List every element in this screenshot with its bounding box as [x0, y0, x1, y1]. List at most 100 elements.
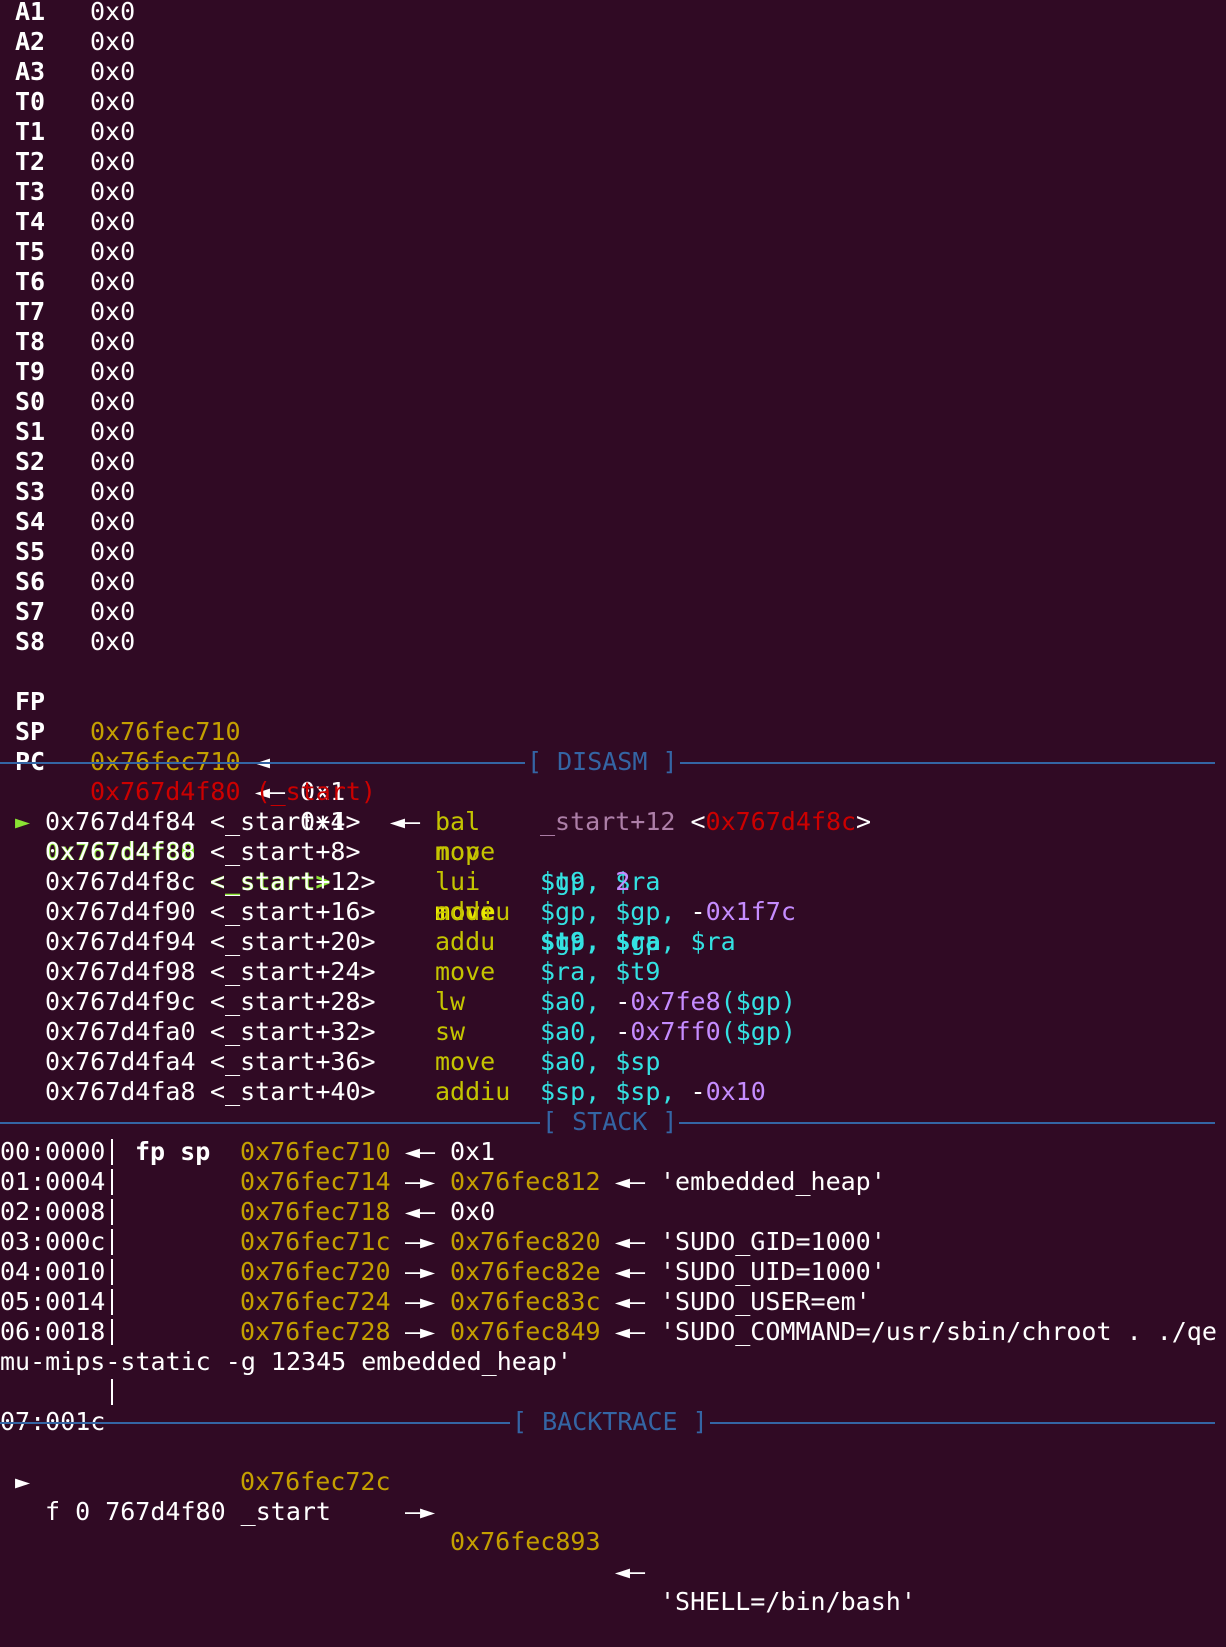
- instruction-mnemonic: lw: [435, 987, 466, 1016]
- instruction-operands: $gp, $gp, $ra: [540, 927, 736, 957]
- left-arrow-icon: ◄—: [405, 1137, 436, 1166]
- operand-registers: $a0,: [540, 987, 601, 1016]
- register-address: 0x76fec710: [90, 717, 241, 746]
- register-name: A2: [15, 27, 46, 56]
- register-value: 0x0: [90, 297, 136, 326]
- left-arrow-icon: ◄—: [405, 1197, 436, 1226]
- register-name: S3: [15, 477, 46, 506]
- register-name: S6: [15, 567, 46, 596]
- instruction-symbol: <_start+40>: [210, 1077, 376, 1106]
- register-value: 0x0: [90, 417, 136, 446]
- stack-divider: [111, 1259, 113, 1285]
- instruction-mnemonic: nop: [435, 837, 481, 866]
- register-value: 0x0: [90, 147, 136, 176]
- register-row-fp: FP 0x76fec710 ◄— 0x1: [0, 657, 345, 806]
- register-value: 0x0: [90, 477, 136, 506]
- register-value: 0x0: [90, 627, 136, 656]
- instruction-mnemonic: addiu: [435, 1077, 511, 1106]
- backtrace-row[interactable]: ► f 0 767d4f80 _start: [0, 1437, 331, 1526]
- stack-offset: 03:000c: [0, 1227, 106, 1256]
- register-address: 0x767d4f80 (_start): [90, 777, 376, 806]
- stack-divider: [111, 1319, 113, 1345]
- register-name: S1: [15, 417, 46, 446]
- instruction-address: 0x767d4fa0: [45, 1017, 196, 1046]
- register-value: 0x0: [90, 597, 136, 626]
- operand-sep: -: [600, 1017, 631, 1046]
- stack-pointer: 0x76fec82e: [450, 1257, 601, 1286]
- stack-value: 'SUDO_UID=1000': [660, 1257, 886, 1286]
- instruction-address: 0x767d4fa8: [45, 1077, 196, 1106]
- instruction-operands: $a0, $sp: [540, 1047, 660, 1077]
- register-value: 0x0: [90, 327, 136, 356]
- instruction-mnemonic: addiu: [435, 897, 511, 926]
- register-name: S0: [15, 387, 46, 416]
- instruction-symbol: <_start+16>: [210, 897, 376, 926]
- register-value: 0x0: [90, 267, 136, 296]
- operand-sep: -: [675, 1077, 706, 1106]
- register-value: 0x0: [90, 537, 136, 566]
- operand-immediate: 0x7fe8: [630, 987, 721, 1016]
- register-value: 0x0: [90, 507, 136, 536]
- stack-pointer: 0x76fec893: [450, 1527, 601, 1556]
- stack-address: 0x76fec72c: [240, 1467, 391, 1496]
- instruction-operands: $ra, $t9: [540, 957, 660, 987]
- register-value: 0x0: [90, 117, 136, 146]
- instruction-mnemonic: bal: [435, 807, 481, 836]
- stack-address: 0x76fec718: [240, 1197, 391, 1226]
- operand-registers: $a0, $sp: [540, 1047, 661, 1076]
- stack-value: 'SHELL=/bin/bash': [660, 1587, 916, 1616]
- operand-sep: -: [675, 897, 706, 926]
- stack-value: 0x1: [450, 1137, 496, 1166]
- stack-address: 0x76fec724: [240, 1287, 391, 1316]
- stack-row[interactable]: 07:001c 0x76fec72c —► 0x76fec893 ◄— 'SHE…: [0, 1377, 916, 1616]
- backtrace-header: [ BACKTRACE ]: [510, 1407, 710, 1437]
- stack-address: 0x76fec71c: [240, 1227, 391, 1256]
- instruction-operands: $a0, -0x7ff0($gp): [540, 1017, 796, 1047]
- register-value: 0x0: [90, 177, 136, 206]
- instruction-mnemonic: move: [435, 957, 496, 986]
- register-name: T2: [15, 147, 46, 176]
- operand-registers: $ra, $t9: [540, 957, 661, 986]
- stack-offset: 04:0010: [0, 1257, 106, 1286]
- register-row-sp: SP 0x76fec710 ◄— 0x1: [0, 687, 345, 836]
- register-name: T1: [15, 117, 46, 146]
- stack-offset: 05:0014: [0, 1287, 106, 1316]
- instruction-symbol: <_start+20>: [210, 927, 376, 956]
- stack-divider: [111, 1199, 113, 1225]
- operand-suffix: ($gp): [720, 987, 796, 1016]
- register-value: 0x0: [90, 0, 136, 26]
- stack-value: 0x0: [450, 1197, 496, 1226]
- operand-registers: $gp,: [540, 867, 601, 896]
- stack-offset: 02:0008: [0, 1197, 106, 1226]
- disasm-current-row[interactable]: ► 0x767d4f80 <_start> move $t9, $ra: [0, 777, 660, 956]
- backtrace-separator: [ BACKTRACE ]: [0, 1407, 1215, 1437]
- stack-pointer: 0x76fec820: [450, 1227, 601, 1256]
- instruction-symbol: <_start+36>: [210, 1047, 376, 1076]
- instruction-operands: $sp, $sp, -0x10: [540, 1077, 766, 1107]
- disasm-header: [ DISASM ]: [525, 747, 680, 777]
- operand-registers: $sp, $sp,: [540, 1077, 676, 1106]
- stack-address: 0x76fec728: [240, 1317, 391, 1346]
- instruction-address: 0x767d4f94: [45, 927, 196, 956]
- instruction-mnemonic: move: [435, 1047, 496, 1076]
- register-value: 0x0: [90, 207, 136, 236]
- stack-separator: [ STACK ]: [0, 1107, 1215, 1137]
- register-value: 0x0: [90, 357, 136, 386]
- register-name: T3: [15, 177, 46, 206]
- stack-value: 'SUDO_COMMAND=/usr/sbin/chroot . ./qe: [660, 1317, 1217, 1346]
- stack-offset: 01:0004: [0, 1167, 106, 1196]
- register-name: S8: [15, 627, 46, 656]
- right-arrow-icon: —►: [405, 1257, 436, 1286]
- right-arrow-icon: —►: [405, 1167, 436, 1196]
- register-value: 0x0: [90, 57, 136, 86]
- instruction-symbol: <_start+8>: [210, 837, 361, 866]
- instruction-address: 0x767d4f9c: [45, 987, 196, 1016]
- instruction-symbol: <_start+24>: [210, 957, 376, 986]
- register-value: 0x0: [90, 87, 136, 116]
- operand-suffix: ($gp): [720, 1017, 796, 1046]
- register-name: T9: [15, 357, 46, 386]
- terminal-window[interactable]: A1 0x0 A2 0x0 A3 0x0 T0 0x0 T1 0x0 T2 0x0 T3 0x0 T4 0x0…: [0, 0, 1226, 1616]
- operand-suffix: >: [856, 807, 872, 836]
- operand-immediate: 2: [615, 867, 631, 896]
- register-name: S5: [15, 537, 46, 566]
